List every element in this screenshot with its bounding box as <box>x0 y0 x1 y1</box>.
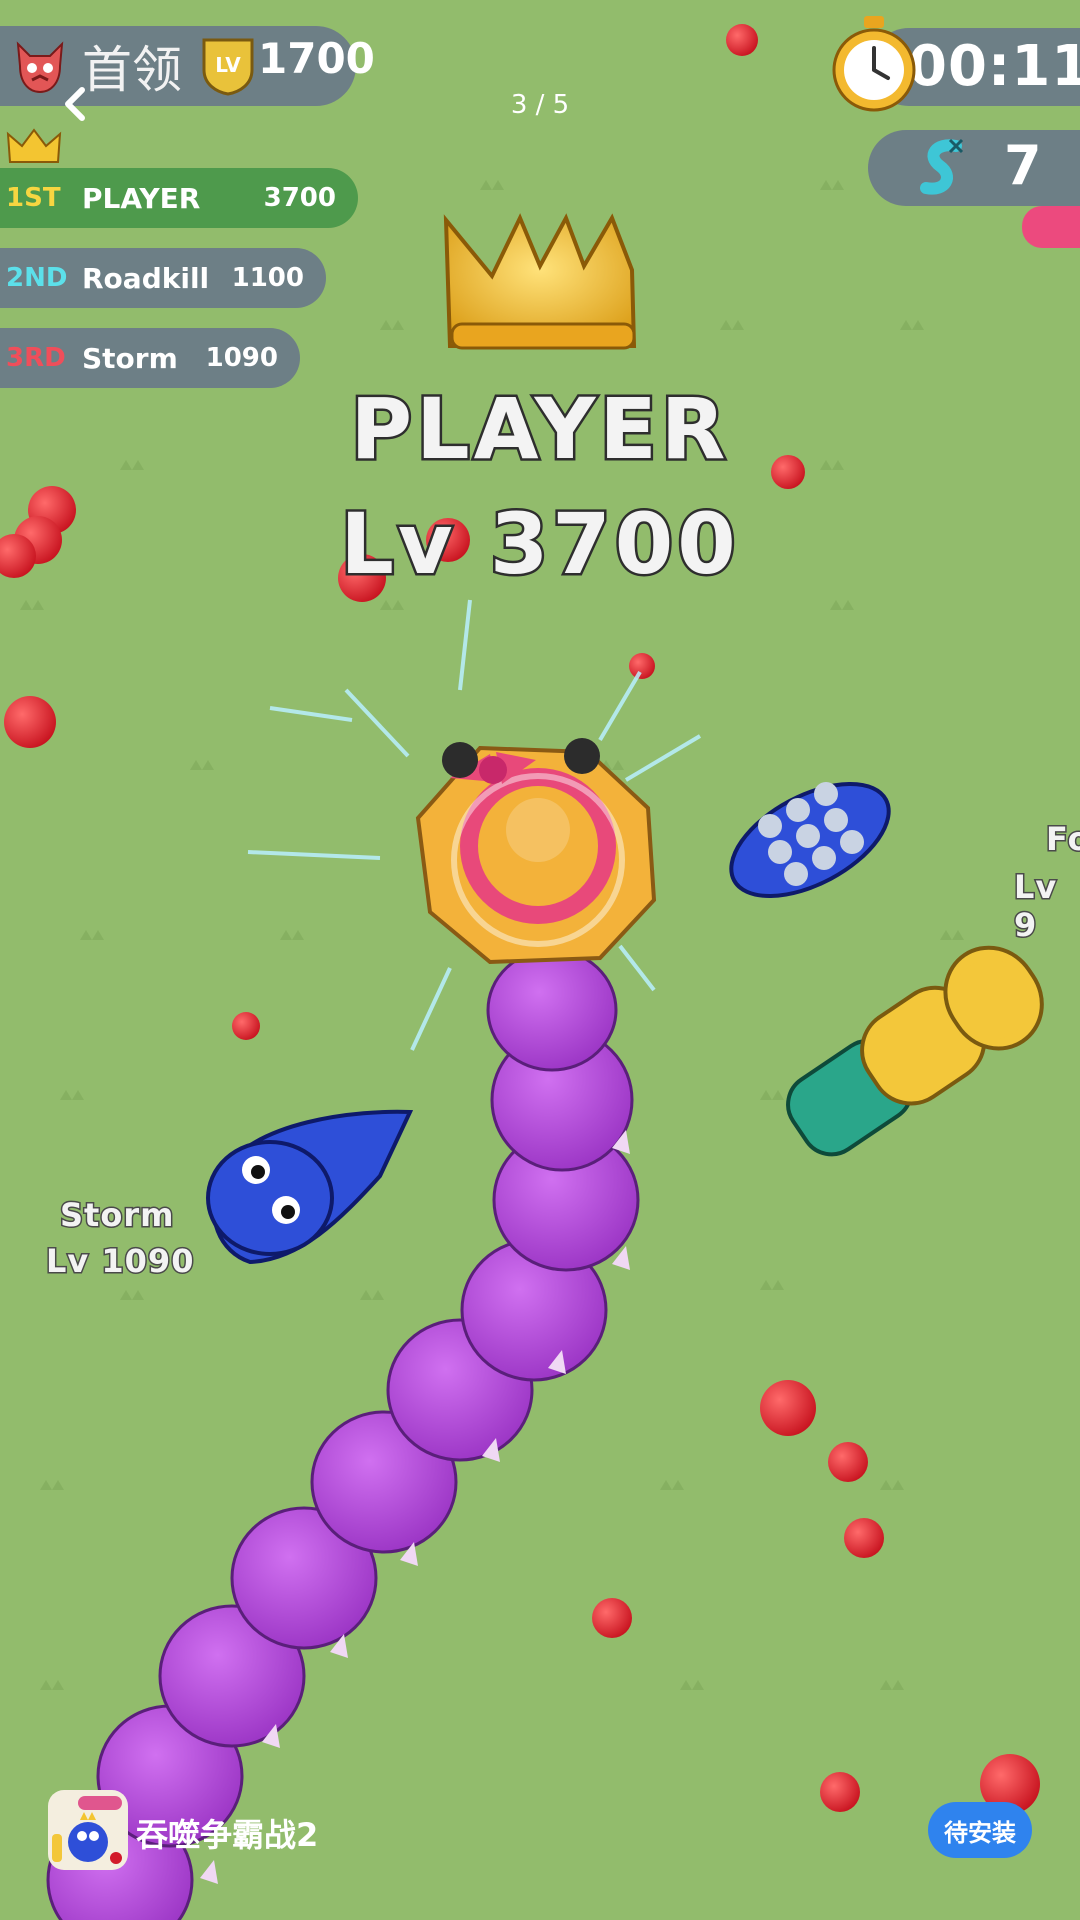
kill-counter: 7 <box>868 130 1080 206</box>
stopwatch-icon <box>832 16 916 112</box>
rank-name: PLAYER <box>82 181 201 215</box>
rank-score: 1100 <box>231 263 304 293</box>
rank-position: 3RD <box>6 343 66 373</box>
apple-icon <box>4 696 56 748</box>
player-snake-head[interactable] <box>415 738 657 965</box>
leaderboard-row-1: 1ST PLAYER 3700 <box>0 168 358 228</box>
apple-icon <box>592 1598 632 1638</box>
rank-position: 1ST <box>6 183 61 213</box>
leaderboard-row-3: 3RD Storm 1090 <box>0 328 300 388</box>
enemy-snake-edge <box>1022 206 1080 248</box>
boss-score: 1700 <box>258 34 375 83</box>
enemy-name-storm: Storm <box>58 1195 175 1236</box>
rank-score: 3700 <box>263 183 336 213</box>
apple-icon <box>232 1012 260 1040</box>
app-download-bar: 吞噬争霸战2 待安装 <box>0 1780 1080 1880</box>
kill-count: 7 <box>1004 134 1042 197</box>
rank-position: 2ND <box>6 263 68 293</box>
enemy-snake-storm <box>206 1109 414 1265</box>
enemy-snake-corn <box>786 945 1044 1157</box>
enemy-name-offscreen: Fo <box>1045 819 1080 860</box>
svg-text:LV: LV <box>215 53 241 77</box>
apple-icon <box>726 24 758 56</box>
app-name: 吞噬争霸战2 <box>136 1816 319 1854</box>
apple-icon <box>828 1442 868 1482</box>
apple-icon <box>629 653 655 679</box>
install-button[interactable]: 待安装 <box>928 1802 1032 1858</box>
leaderboard-row-2: 2ND Roadkill 1100 <box>0 248 326 308</box>
crown-icon <box>443 213 637 350</box>
level-badge-icon: LV <box>202 38 254 96</box>
apple-icon <box>844 1518 884 1558</box>
enemy-level-storm: Lv 1090 <box>44 1241 195 1282</box>
rank-score: 1090 <box>205 343 278 373</box>
enemy-level-offscreen: Lv 9 <box>1013 867 1058 946</box>
player-name: PLAYER <box>348 378 730 481</box>
leader-crown-icon <box>6 128 62 163</box>
player-level: Lv 3700 <box>338 493 740 596</box>
rank-name: Roadkill <box>82 261 210 295</box>
enemy-snake-silver <box>729 781 891 899</box>
player-snake <box>46 948 640 1920</box>
apple-icon <box>760 1380 816 1436</box>
rank-name: Storm <box>82 341 178 375</box>
app-icon[interactable] <box>48 1790 128 1870</box>
snake-kill-icon <box>920 138 964 195</box>
timer-value: 00:11 <box>908 34 1080 99</box>
